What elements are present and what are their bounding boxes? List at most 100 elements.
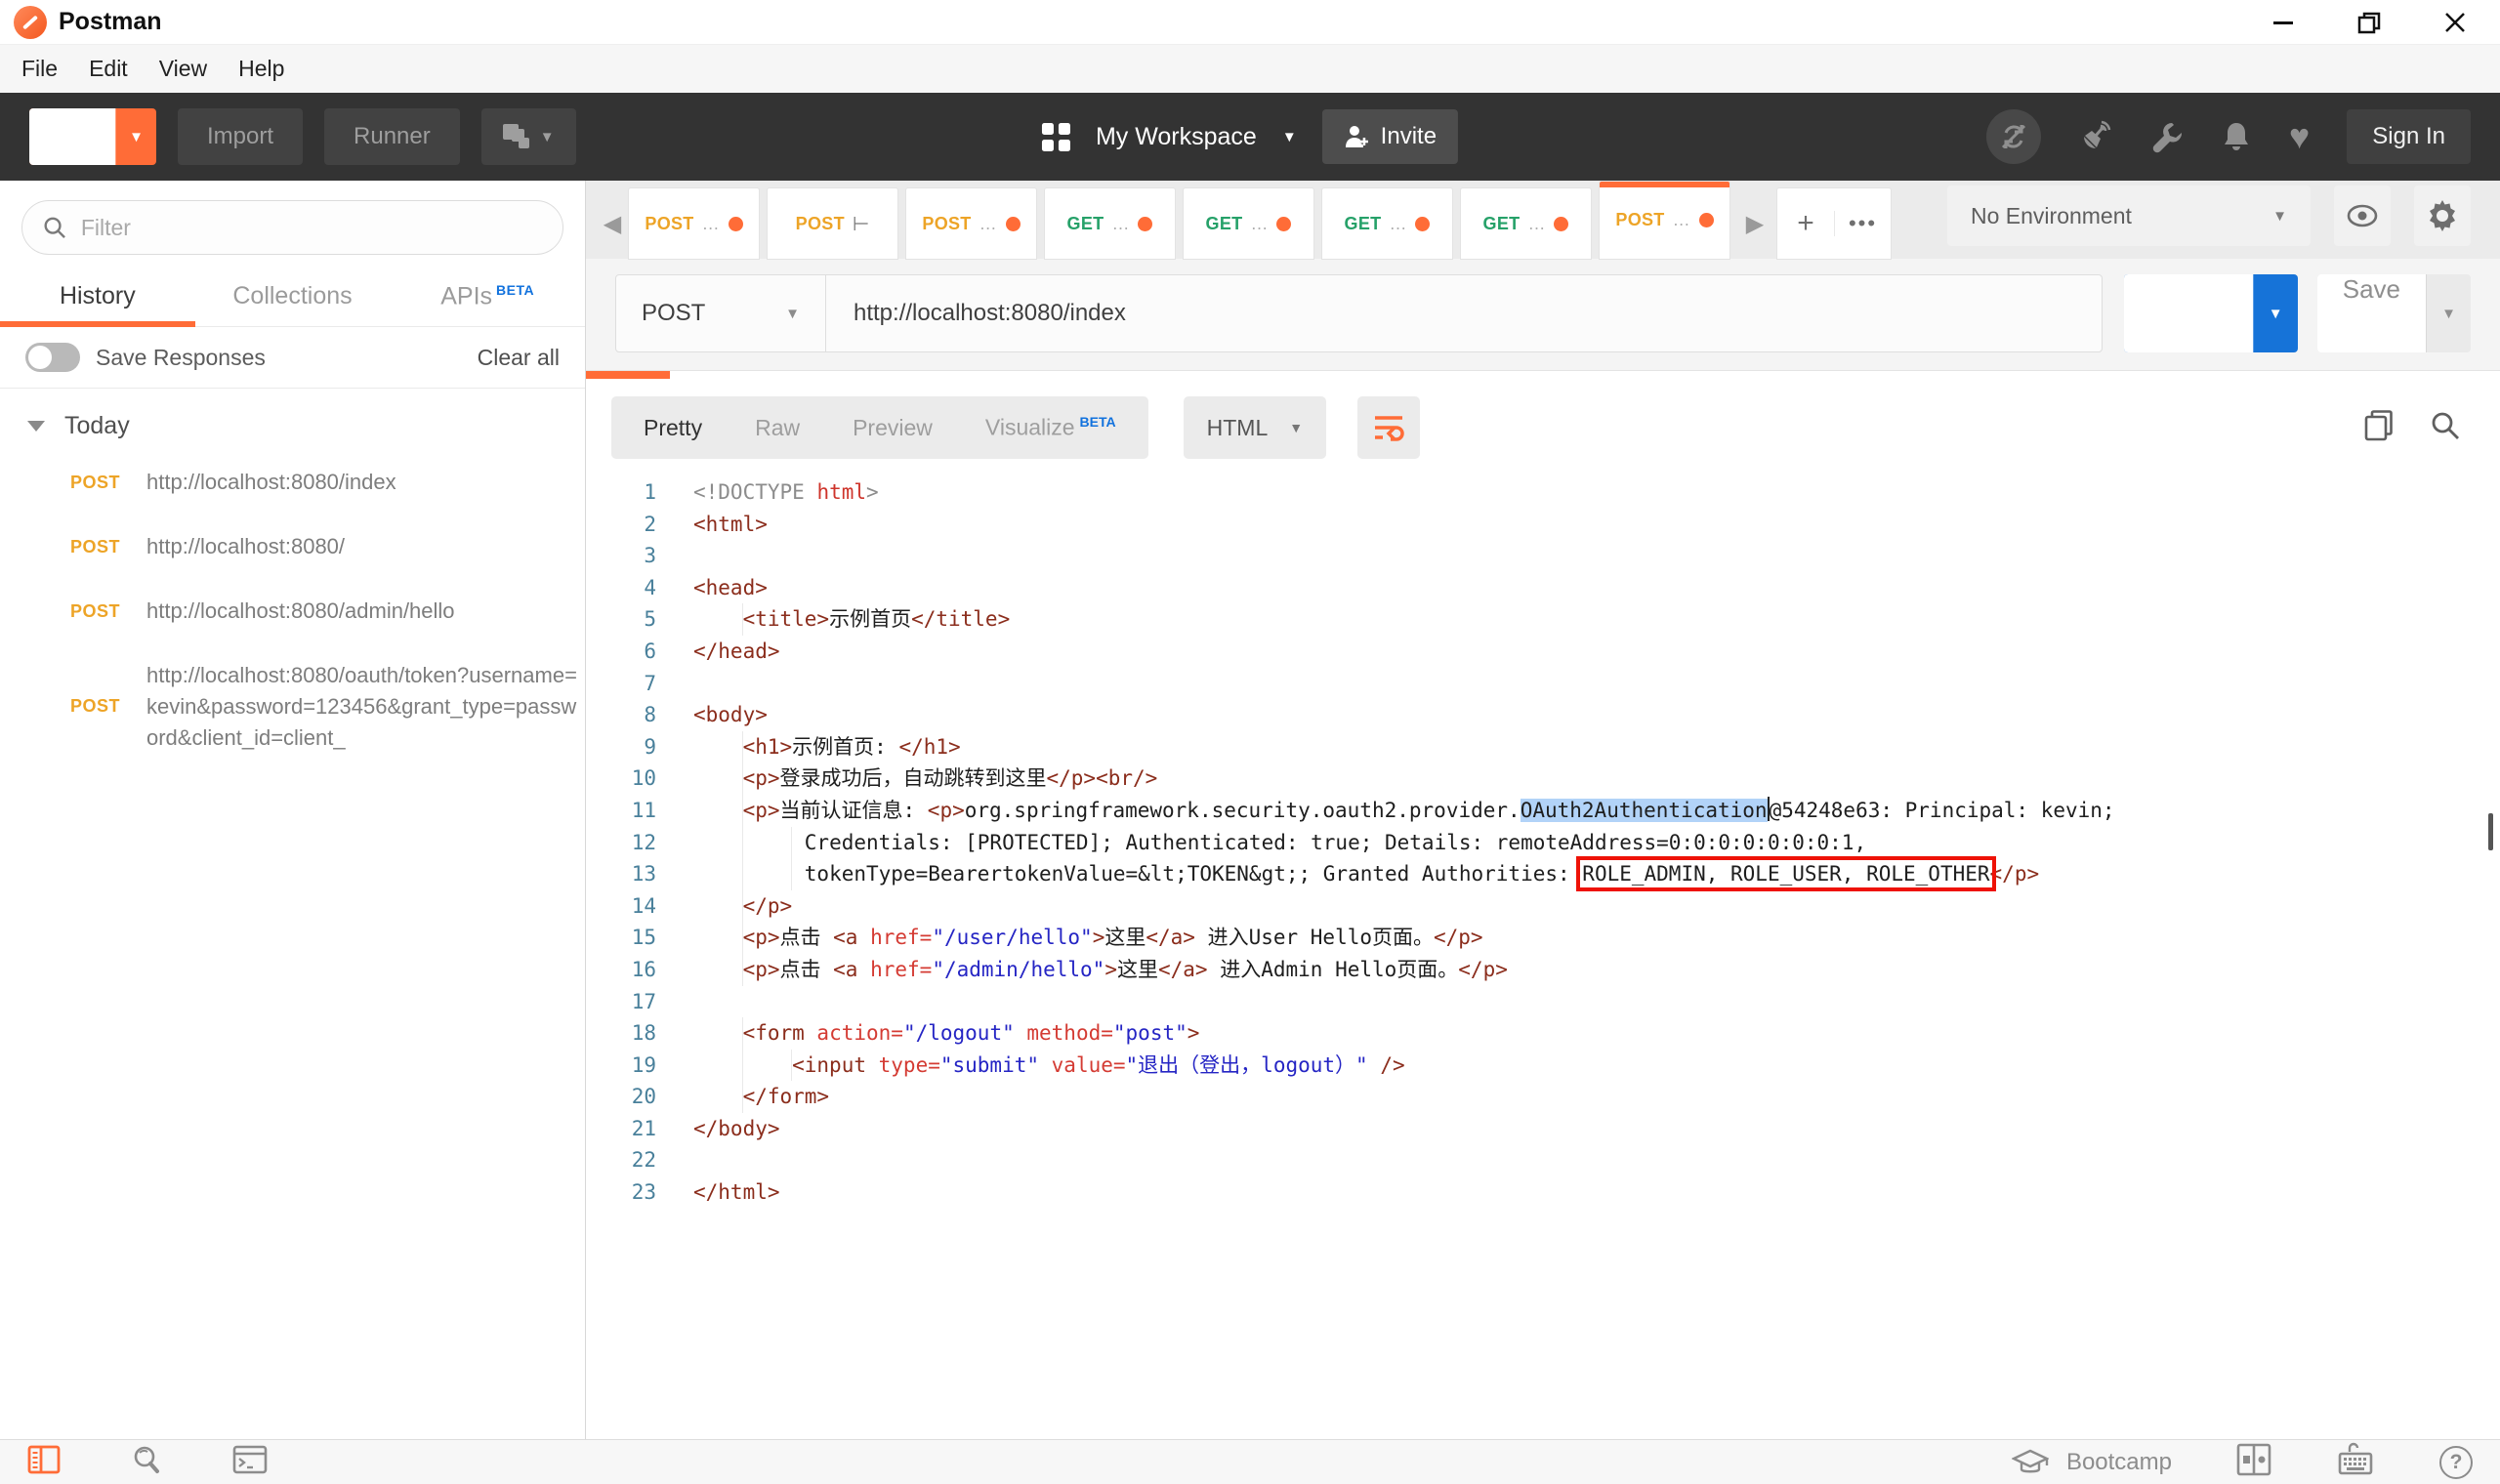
menu-file[interactable]: File [6, 56, 73, 82]
code-line-content: <input type="submit" value="退出（登出，logout… [693, 1053, 1405, 1077]
response-toolbar: PrettyRawPreviewVisualizeBETA HTML ▼ [586, 379, 2500, 469]
response-view-preview[interactable]: Preview [826, 415, 959, 441]
sign-in-button[interactable]: Sign In [2347, 109, 2471, 164]
sidebar-tab-history[interactable]: History [0, 268, 195, 326]
indent-guide [743, 858, 793, 890]
restore-icon[interactable] [2355, 9, 2383, 36]
unsaved-dot-icon [1554, 217, 1568, 231]
response-language-selector[interactable]: HTML ▼ [1184, 396, 1326, 459]
send-button[interactable]: Send ▼ [2124, 274, 2298, 352]
open-new-tab-button[interactable]: + [1777, 207, 1834, 240]
satellite-icon[interactable] [2078, 119, 2113, 154]
url-input[interactable]: http://localhost:8080/index [826, 275, 2102, 351]
send-dropdown-button[interactable]: ▼ [2253, 274, 2298, 352]
bootcamp-label: Bootcamp [2066, 1449, 2172, 1476]
code-token: method= [1015, 1021, 1113, 1045]
close-icon[interactable] [2441, 9, 2469, 36]
filter-box[interactable] [21, 200, 563, 255]
bootcamp-button[interactable]: Bootcamp [2012, 1449, 2172, 1476]
code-token: </p> [1047, 766, 1097, 790]
invite-button[interactable]: Invite [1322, 109, 1458, 164]
sidebar-tab-apis[interactable]: APIsBETA [390, 268, 585, 326]
code-line-content: <!DOCTYPE html> [693, 480, 879, 504]
heart-icon[interactable]: ♥ [2289, 116, 2310, 157]
code-line: 8<body> [586, 699, 2500, 731]
workspace-name[interactable]: My Workspace [1096, 123, 1257, 151]
menu-view[interactable]: View [144, 56, 223, 82]
help-icon[interactable]: ? [2439, 1446, 2473, 1479]
code-line-content: </p> [693, 894, 792, 918]
save-responses-toggle[interactable] [25, 343, 80, 372]
indent-guide [693, 795, 743, 827]
save-label: Save [2317, 274, 2426, 352]
new-dropdown-button[interactable]: ▼ [115, 108, 156, 165]
scrollbar-thumb[interactable] [2488, 813, 2493, 850]
code-line: 1<!DOCTYPE html> [586, 476, 2500, 509]
request-tab-title: … [1111, 214, 1130, 234]
response-view-raw[interactable]: Raw [729, 415, 826, 441]
wrench-icon[interactable] [2150, 120, 2184, 153]
history-item[interactable]: POSThttp://localhost:8080/admin/hello [0, 579, 585, 643]
request-tab[interactable]: GET… [1322, 188, 1452, 259]
workspace-caret-icon[interactable]: ▼ [1282, 129, 1297, 145]
environment-quick-look-button[interactable] [2334, 186, 2391, 246]
history-item[interactable]: POSThttp://localhost:8080/index [0, 450, 585, 515]
menu-edit[interactable]: Edit [73, 56, 144, 82]
indent-guide [693, 1081, 743, 1113]
collapse-triangle-icon[interactable] [27, 421, 45, 432]
scroll-tabs-right-icon[interactable]: ▶ [1738, 188, 1771, 259]
environment-selector[interactable]: No Environment ▼ [1947, 186, 2311, 246]
request-tab[interactable]: POST… [1600, 182, 1729, 259]
history-url: http://localhost:8080/ [146, 531, 585, 562]
bell-icon[interactable] [2221, 120, 2252, 153]
request-tab[interactable]: POST… [906, 188, 1036, 259]
line-number: 6 [586, 636, 656, 668]
response-body-code[interactable]: 1<!DOCTYPE html>2<html>34<head>5<title>示… [586, 469, 2500, 1439]
import-button[interactable]: Import [178, 108, 303, 165]
sidebar-toggle-icon[interactable] [27, 1445, 61, 1479]
menu-help[interactable]: Help [223, 56, 300, 82]
line-number: 19 [586, 1050, 656, 1082]
code-token: <form [743, 1021, 817, 1045]
response-view-pretty[interactable]: Pretty [617, 415, 729, 441]
request-tab[interactable]: POST… [629, 188, 759, 259]
request-url-bar: POST ▼ http://localhost:8080/index Send … [586, 259, 2500, 371]
scroll-tabs-left-icon[interactable]: ◀ [596, 188, 629, 259]
save-dropdown-button[interactable]: ▼ [2426, 274, 2471, 352]
runner-button[interactable]: Runner [324, 108, 460, 165]
two-pane-icon[interactable] [2236, 1443, 2271, 1481]
code-line: 18 <form action="/logout" method="post"> [586, 1017, 2500, 1050]
line-number: 17 [586, 986, 656, 1018]
minimize-icon[interactable] [2270, 9, 2297, 36]
history-item[interactable]: POSThttp://localhost:8080/ [0, 515, 585, 579]
request-tab[interactable]: GET… [1184, 188, 1313, 259]
sidebar-tab-collections[interactable]: Collections [195, 268, 391, 326]
keyboard-shortcuts-icon[interactable] [2336, 1442, 2375, 1482]
method-selector[interactable]: POST ▼ [616, 275, 826, 351]
new-button[interactable]: + New ▼ [29, 108, 156, 165]
line-number: 18 [586, 1017, 656, 1050]
history-group-today[interactable]: Today [0, 389, 585, 450]
workspace-builder-button[interactable]: ▼ [481, 108, 576, 165]
response-view-visualize[interactable]: VisualizeBETA [959, 414, 1143, 441]
settings-button[interactable] [2414, 186, 2471, 246]
code-token: </p> [1990, 862, 2040, 886]
request-tab[interactable]: GET… [1045, 188, 1175, 259]
request-tab[interactable]: GET… [1461, 188, 1591, 259]
history-item[interactable]: POSThttp://localhost:8080/oauth/token?us… [0, 643, 585, 770]
tab-options-button[interactable]: ••• [1834, 211, 1891, 236]
sync-disabled-icon[interactable] [1986, 109, 2041, 164]
request-tab-title: … [1250, 214, 1269, 234]
copy-response-button[interactable] [2363, 409, 2395, 447]
request-tab[interactable]: POST⊢ [768, 188, 897, 259]
workspace-grid-icon[interactable] [1042, 123, 1070, 151]
wrap-text-button[interactable] [1357, 396, 1420, 459]
save-button[interactable]: Save ▼ [2317, 274, 2471, 352]
search-response-button[interactable] [2430, 410, 2461, 446]
console-icon[interactable] [232, 1445, 268, 1479]
find-icon[interactable] [131, 1444, 162, 1480]
filter-input[interactable] [81, 215, 543, 241]
code-line-content: <form action="/logout" method="post"> [693, 1021, 1199, 1045]
code-token: Credentials: [PROTECTED]; Authenticated:… [805, 831, 1866, 854]
clear-all-link[interactable]: Clear all [478, 345, 560, 371]
